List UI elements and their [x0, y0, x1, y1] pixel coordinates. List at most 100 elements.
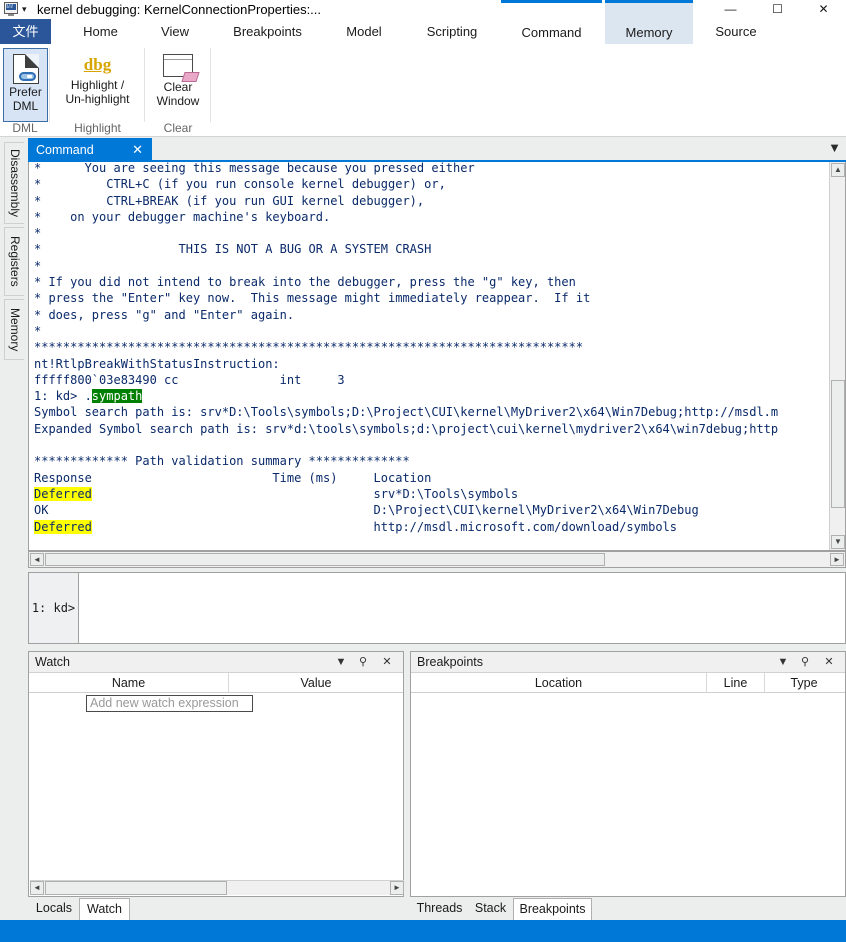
- tab-source[interactable]: Source: [696, 19, 776, 44]
- left-dock-tabs: Disassembly Registers Memory: [0, 137, 28, 917]
- document-tab-strip: Command ✕ ▼: [28, 137, 846, 162]
- chevron-down-icon[interactable]: ▼: [333, 652, 349, 673]
- command-input[interactable]: [80, 573, 845, 643]
- breakpoints-column-headers: Location Line Type: [411, 673, 845, 693]
- close-button[interactable]: ✕: [801, 0, 846, 19]
- breakpoints-column-line[interactable]: Line: [707, 673, 765, 693]
- console-vertical-scrollbar[interactable]: ▲ ▼: [829, 162, 845, 550]
- clear-window-button[interactable]: Clear Window: [147, 48, 209, 122]
- console-line: * If you did not intend to break into th…: [34, 275, 576, 290]
- tab-breakpoints[interactable]: Breakpoints: [216, 19, 319, 44]
- title-bar: ▾ kernel debugging: KernelConnectionProp…: [0, 0, 846, 19]
- scroll-left-icon[interactable]: ◄: [30, 881, 44, 895]
- tab-home[interactable]: Home: [67, 19, 134, 44]
- tab-file[interactable]: 文件: [0, 19, 51, 44]
- tab-threads[interactable]: Threads: [411, 898, 468, 920]
- breakpoints-panel-header: Breakpoints ▼ ⚲ ✕: [411, 652, 845, 673]
- quick-access-caret-icon[interactable]: ▾: [22, 5, 27, 14]
- console-line: * press the "Enter" key now. This messag…: [34, 291, 591, 306]
- tab-scripting[interactable]: Scripting: [409, 19, 495, 44]
- highlight-label-line1: Highlight /: [70, 78, 125, 92]
- console-line: *: [34, 323, 42, 338]
- scroll-right-icon[interactable]: ►: [830, 553, 844, 566]
- right-panel-tabs: Threads Stack Breakpoints: [411, 898, 841, 920]
- watch-horizontal-scrollbar[interactable]: ◄ ►: [30, 880, 404, 895]
- ribbon-group-dml: Prefer DML DML: [0, 44, 50, 137]
- scrollbar-thumb[interactable]: [831, 380, 845, 508]
- console-line: * THIS IS NOT A BUG OR A SYSTEM CRASH: [34, 242, 432, 257]
- sidebar-item-disassembly[interactable]: Disassembly: [4, 142, 24, 224]
- command-prompt-label: 1: kd>: [29, 573, 79, 643]
- maximize-button[interactable]: ☐: [755, 0, 800, 19]
- console-line: * CTRL+BREAK (if you run GUI kernel debu…: [34, 193, 425, 208]
- command-output-text: * You are seeing this message because yo…: [34, 162, 778, 535]
- minimize-button[interactable]: —: [708, 0, 753, 19]
- console-line: ************* Path validation summary **…: [34, 454, 410, 469]
- highlight-unhighlight-button[interactable]: dbg Highlight / Un-highlight: [52, 48, 143, 122]
- watch-column-value[interactable]: Value: [229, 673, 403, 693]
- taskbar: [0, 920, 846, 942]
- watch-column-name[interactable]: Name: [29, 673, 229, 693]
- left-panel-tabs: Locals Watch: [30, 898, 410, 920]
- ribbon-group-clear: Clear Window Clear: [145, 44, 211, 137]
- console-line: nt!RtlpBreakWithStatusInstruction:: [34, 356, 280, 371]
- debugger-icon: [4, 2, 21, 17]
- document-tab-command[interactable]: Command ✕: [28, 138, 152, 162]
- ribbon-group-clear-label: Clear: [163, 121, 193, 135]
- prefer-dml-button[interactable]: Prefer DML: [3, 48, 48, 122]
- page-link-icon: [4, 53, 47, 84]
- pin-icon[interactable]: ⚲: [797, 652, 813, 673]
- scrollbar-thumb[interactable]: [45, 881, 227, 895]
- console-line: *: [34, 258, 42, 273]
- prefer-dml-label-line2: DML: [12, 99, 39, 113]
- window-title: kernel debugging: KernelConnectionProper…: [37, 2, 322, 17]
- clear-window-icon: [147, 54, 209, 82]
- clear-window-label-line2: Window: [156, 94, 200, 108]
- console-highlight-yellow: Deferred: [34, 486, 92, 501]
- tab-command[interactable]: Command: [501, 0, 602, 44]
- ribbon: Prefer DML DML dbg Highlight / Un-highli…: [0, 44, 846, 137]
- close-icon[interactable]: ✕: [379, 652, 395, 673]
- sidebar-item-memory[interactable]: Memory: [4, 299, 24, 360]
- console-line: fffff800`03e83490 cc int 3: [34, 372, 345, 387]
- tab-stack[interactable]: Stack: [468, 898, 513, 920]
- pin-icon[interactable]: ⚲: [355, 652, 371, 673]
- chevron-down-icon[interactable]: ▼: [828, 141, 841, 155]
- tab-breakpoints[interactable]: Breakpoints: [513, 898, 592, 920]
- console-line: Expanded Symbol search path is: srv*d:\t…: [34, 421, 779, 436]
- scroll-left-icon[interactable]: ◄: [30, 553, 44, 566]
- command-output-pane[interactable]: * You are seeing this message because yo…: [28, 162, 846, 551]
- windbg-window: ▾ kernel debugging: KernelConnectionProp…: [0, 0, 846, 942]
- console-line: *: [34, 226, 42, 241]
- tab-watch[interactable]: Watch: [79, 898, 130, 920]
- tab-memory[interactable]: Memory: [605, 0, 693, 44]
- chevron-down-icon[interactable]: ▼: [775, 652, 791, 673]
- tab-view[interactable]: View: [146, 19, 204, 44]
- console-line: ****************************************…: [34, 340, 584, 355]
- close-icon[interactable]: ✕: [132, 138, 143, 162]
- console-line: Response Time (ms) Location: [34, 470, 432, 485]
- console-line: * on your debugger machine's keyboard.: [34, 209, 331, 224]
- scroll-right-icon[interactable]: ►: [390, 881, 404, 895]
- scroll-up-icon[interactable]: ▲: [831, 163, 845, 177]
- add-watch-expression-row[interactable]: Add new watch expression: [86, 695, 253, 712]
- close-icon[interactable]: ✕: [821, 652, 837, 673]
- breakpoints-column-type[interactable]: Type: [765, 673, 843, 693]
- dbg-icon: dbg: [83, 55, 112, 74]
- watch-panel-title: Watch: [35, 655, 70, 669]
- breakpoints-panel-title: Breakpoints: [417, 655, 484, 669]
- console-horizontal-scrollbar[interactable]: ◄ ►: [28, 551, 846, 568]
- scroll-down-icon[interactable]: ▼: [831, 535, 845, 549]
- sidebar-item-registers[interactable]: Registers: [4, 227, 24, 296]
- console-line: Deferred http://msdl.microsoft.com/downl…: [34, 519, 677, 534]
- ribbon-tab-strip: 文件 Home View Breakpoints Model Scripting…: [0, 0, 846, 57]
- watch-column-headers: Name Value: [29, 673, 403, 693]
- hscrollbar-thumb[interactable]: [45, 553, 605, 566]
- prefer-dml-label-line1: Prefer: [9, 85, 42, 99]
- document-tab-command-label: Command: [36, 143, 94, 157]
- highlight-label-line2: Un-highlight: [65, 92, 130, 106]
- breakpoints-column-location[interactable]: Location: [411, 673, 707, 693]
- console-line: * does, press "g" and "Enter" again.: [34, 307, 295, 322]
- tab-locals[interactable]: Locals: [30, 898, 78, 920]
- tab-model[interactable]: Model: [331, 19, 397, 44]
